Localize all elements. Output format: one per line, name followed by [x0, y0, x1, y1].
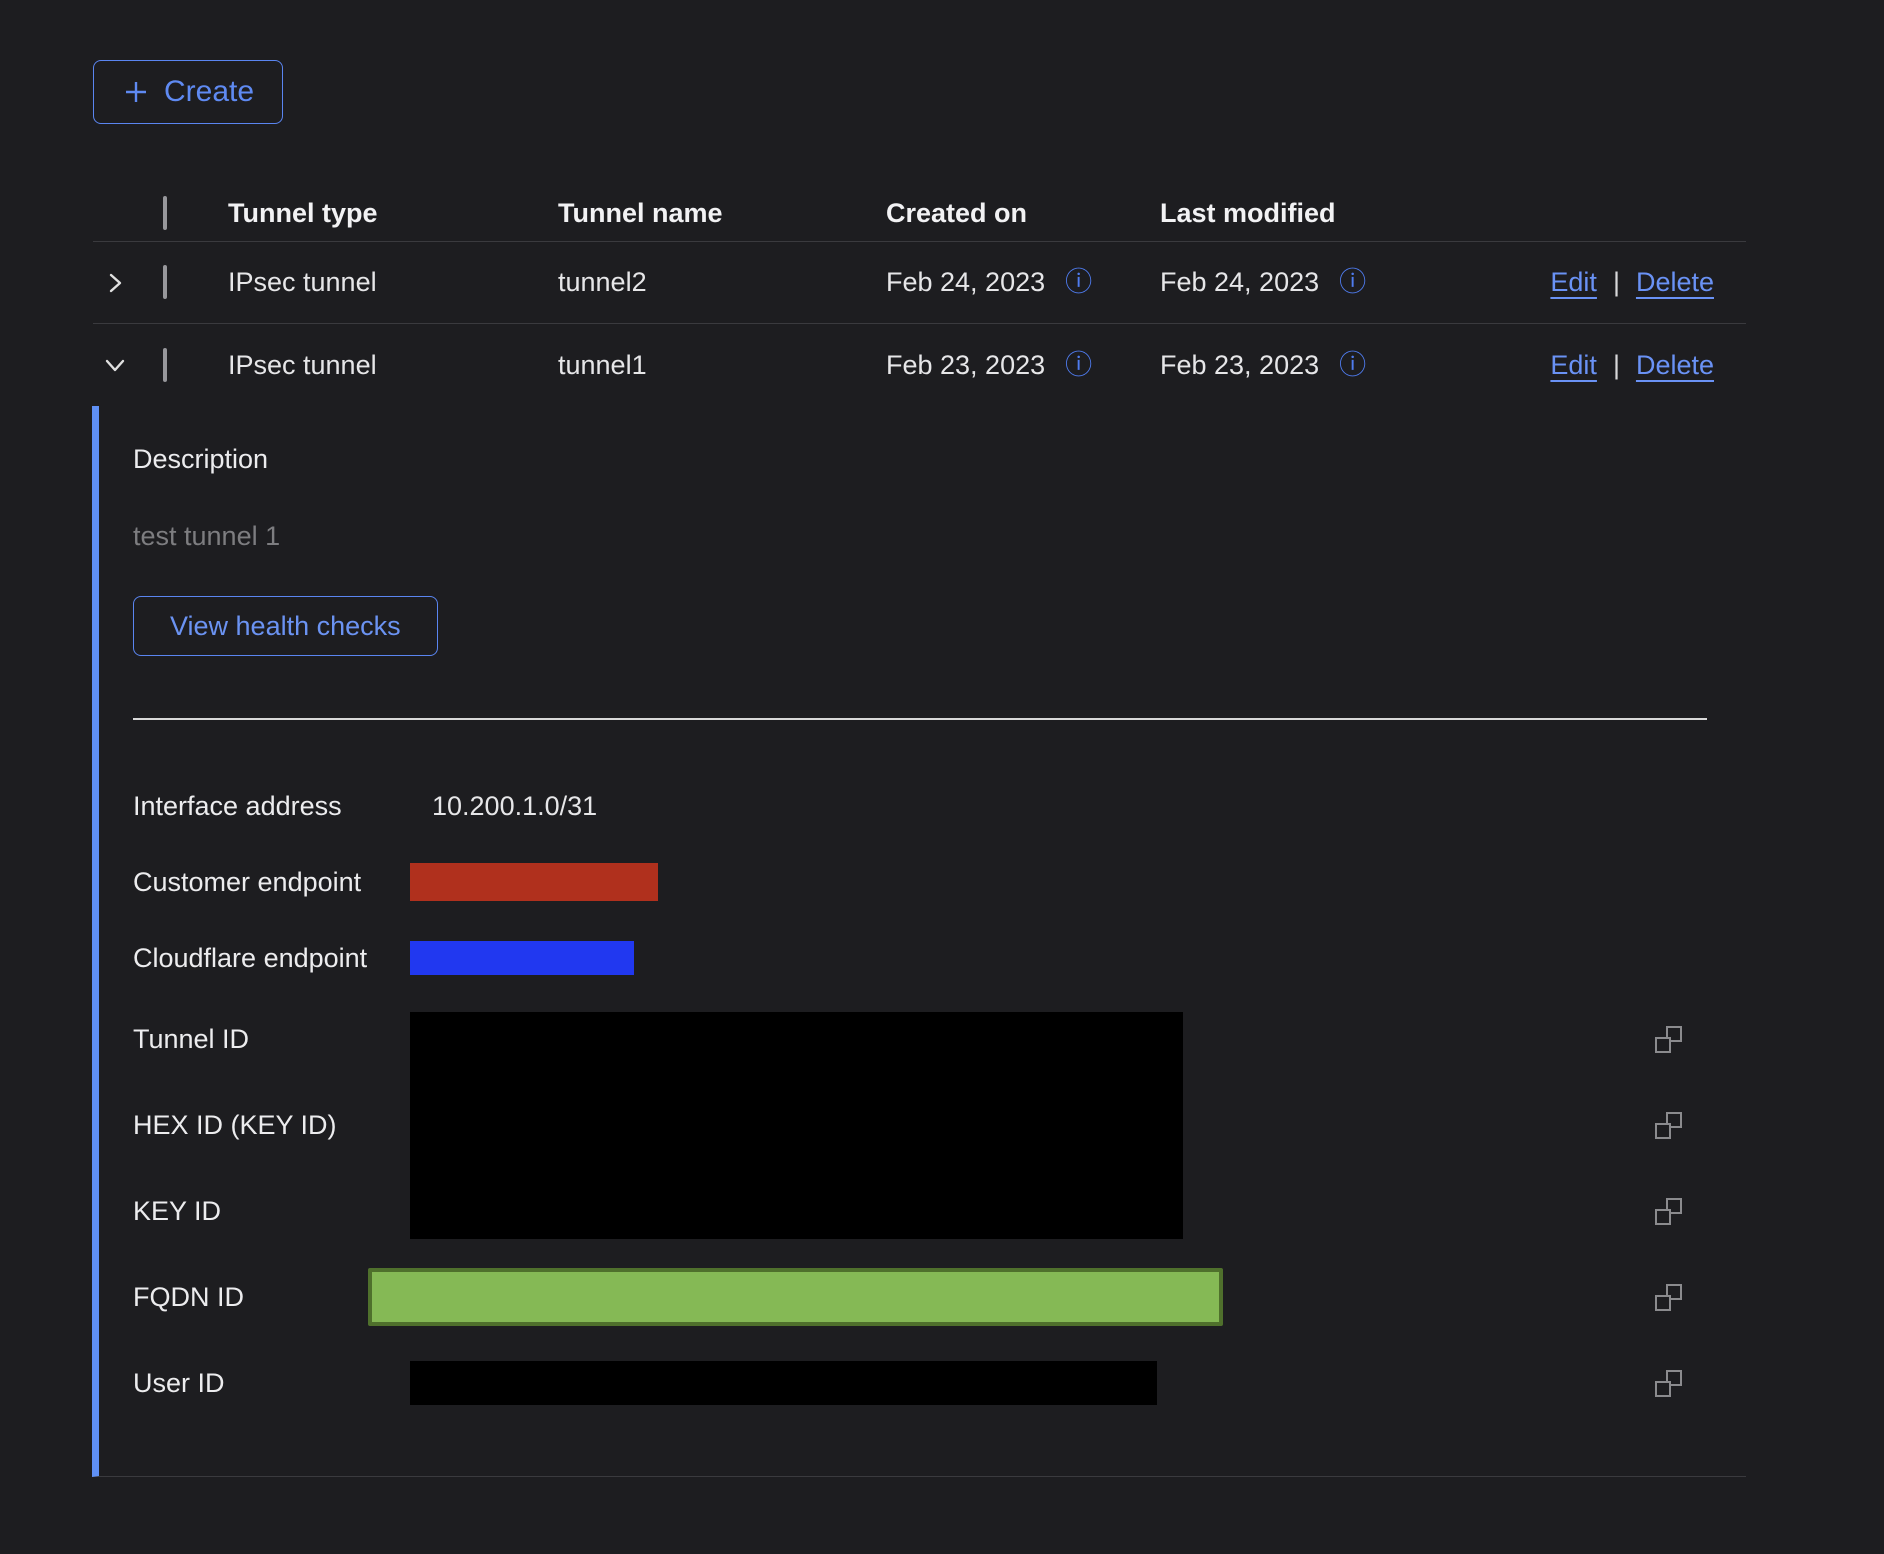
field-user-id: User ID — [133, 1340, 1698, 1426]
row-checkbox[interactable] — [163, 348, 167, 382]
tunnels-page: Create Tunnel type Tunnel name Created o… — [0, 0, 1884, 1554]
collapse-row-button[interactable] — [93, 353, 163, 377]
field-customer-endpoint: Customer endpoint — [133, 844, 1698, 920]
tunnels-table: Tunnel type Tunnel name Created on Last … — [93, 185, 1746, 1477]
delete-link[interactable]: Delete — [1636, 350, 1714, 381]
select-all-checkbox[interactable] — [163, 196, 167, 230]
plus-icon — [122, 78, 150, 106]
cell-tunnel-name: tunnel2 — [558, 267, 886, 298]
view-health-checks-button[interactable]: View health checks — [133, 596, 438, 656]
action-separator: | — [1613, 350, 1620, 381]
info-icon[interactable]: ⓘ — [1339, 352, 1366, 379]
tunnel-detail-panel: Description test tunnel 1 View health ch… — [92, 406, 1746, 1477]
delete-link[interactable]: Delete — [1636, 267, 1714, 298]
cell-created-on: Feb 23, 2023 — [886, 350, 1045, 381]
fqdn-id-redaction — [368, 1268, 1223, 1326]
hex-id-label: HEX ID (KEY ID) — [133, 1082, 410, 1168]
edit-link[interactable]: Edit — [1550, 350, 1597, 381]
description-label: Description — [133, 444, 1746, 475]
header-created-on: Created on — [886, 198, 1160, 229]
cell-tunnel-type: IPsec tunnel — [228, 350, 558, 381]
interface-address-label: Interface address — [133, 791, 410, 822]
header-last-modified: Last modified — [1160, 198, 1500, 229]
info-icon[interactable]: ⓘ — [1339, 269, 1366, 296]
cloudflare-endpoint-redaction — [410, 941, 634, 975]
field-interface-address: Interface address 10.200.1.0/31 — [133, 768, 1698, 844]
field-cloudflare-endpoint: Cloudflare endpoint — [133, 920, 1698, 996]
info-icon[interactable]: ⓘ — [1065, 352, 1092, 379]
table-header-row: Tunnel type Tunnel name Created on Last … — [93, 185, 1746, 242]
field-fqdn-id: FQDN ID — [133, 1254, 1698, 1340]
description-value: test tunnel 1 — [133, 521, 1746, 552]
action-separator: | — [1613, 267, 1620, 298]
cell-last-modified: Feb 24, 2023 — [1160, 267, 1319, 298]
tunnel-id-label: Tunnel ID — [133, 996, 410, 1082]
info-icon[interactable]: ⓘ — [1065, 269, 1092, 296]
chevron-down-icon — [103, 353, 127, 377]
create-button[interactable]: Create — [93, 60, 283, 124]
cell-last-modified: Feb 23, 2023 — [1160, 350, 1319, 381]
header-tunnel-name: Tunnel name — [558, 198, 886, 229]
customer-endpoint-redaction — [410, 863, 658, 901]
row-checkbox[interactable] — [163, 265, 167, 299]
create-button-label: Create — [164, 75, 254, 109]
id-group-redaction — [410, 1012, 1183, 1239]
copy-key-id-icon[interactable] — [1655, 1198, 1682, 1225]
expand-row-button[interactable] — [93, 271, 163, 295]
key-id-label: KEY ID — [133, 1168, 410, 1254]
table-row: IPsec tunnel tunnel1 Feb 23, 2023 ⓘ Feb … — [93, 324, 1746, 406]
copy-fqdn-id-icon[interactable] — [1655, 1284, 1682, 1311]
header-tunnel-type: Tunnel type — [228, 198, 558, 229]
cell-tunnel-type: IPsec tunnel — [228, 267, 558, 298]
table-row: IPsec tunnel tunnel2 Feb 24, 2023 ⓘ Feb … — [93, 242, 1746, 324]
interface-address-value: 10.200.1.0/31 — [410, 791, 1638, 822]
edit-link[interactable]: Edit — [1550, 267, 1597, 298]
field-id-group: Tunnel ID HEX ID (KEY ID) KEY ID — [133, 996, 1698, 1254]
view-health-checks-label: View health checks — [170, 611, 401, 642]
copy-user-id-icon[interactable] — [1655, 1370, 1682, 1397]
copy-hex-id-icon[interactable] — [1655, 1112, 1682, 1139]
copy-tunnel-id-icon[interactable] — [1655, 1026, 1682, 1053]
user-id-redaction — [410, 1361, 1157, 1405]
customer-endpoint-label: Customer endpoint — [133, 867, 410, 898]
panel-divider — [133, 718, 1707, 720]
user-id-label: User ID — [133, 1368, 410, 1399]
cloudflare-endpoint-label: Cloudflare endpoint — [133, 943, 410, 974]
cell-created-on: Feb 24, 2023 — [886, 267, 1045, 298]
cell-tunnel-name: tunnel1 — [558, 350, 886, 381]
chevron-right-icon — [103, 271, 127, 295]
tunnel-fields: Interface address 10.200.1.0/31 Customer… — [133, 768, 1746, 1426]
